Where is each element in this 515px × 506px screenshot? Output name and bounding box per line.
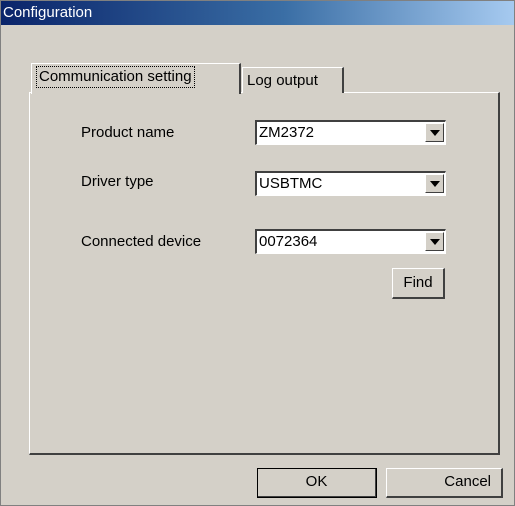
product-name-select[interactable]: ZM2372	[255, 120, 446, 145]
product-name-label: Product name	[81, 124, 175, 141]
configuration-dialog: Configuration Communication setting Log …	[0, 0, 515, 506]
tab-communication-setting[interactable]: Communication setting	[31, 63, 241, 94]
tab-log-output[interactable]: Log output	[242, 67, 344, 93]
connected-device-select[interactable]: 0072364	[255, 229, 446, 254]
window-title: Configuration	[3, 4, 93, 21]
chevron-down-icon[interactable]	[425, 174, 444, 193]
connected-device-value: 0072364	[259, 233, 318, 250]
chevron-down-icon[interactable]	[425, 232, 444, 251]
driver-type-label: Driver type	[81, 173, 154, 190]
find-button[interactable]: Find	[392, 268, 445, 299]
connected-device-label: Connected device	[81, 233, 202, 250]
ok-button[interactable]: OK	[257, 468, 377, 498]
driver-type-select[interactable]: USBTMC	[255, 171, 446, 196]
driver-type-value: USBTMC	[259, 175, 323, 192]
title-bar[interactable]: Configuration	[1, 1, 514, 25]
cancel-button[interactable]: Cancel	[386, 468, 503, 498]
tab-label: Log output	[247, 72, 318, 89]
chevron-down-icon[interactable]	[425, 123, 444, 142]
product-name-value: ZM2372	[259, 124, 315, 141]
tab-label: Communication setting	[36, 66, 195, 88]
